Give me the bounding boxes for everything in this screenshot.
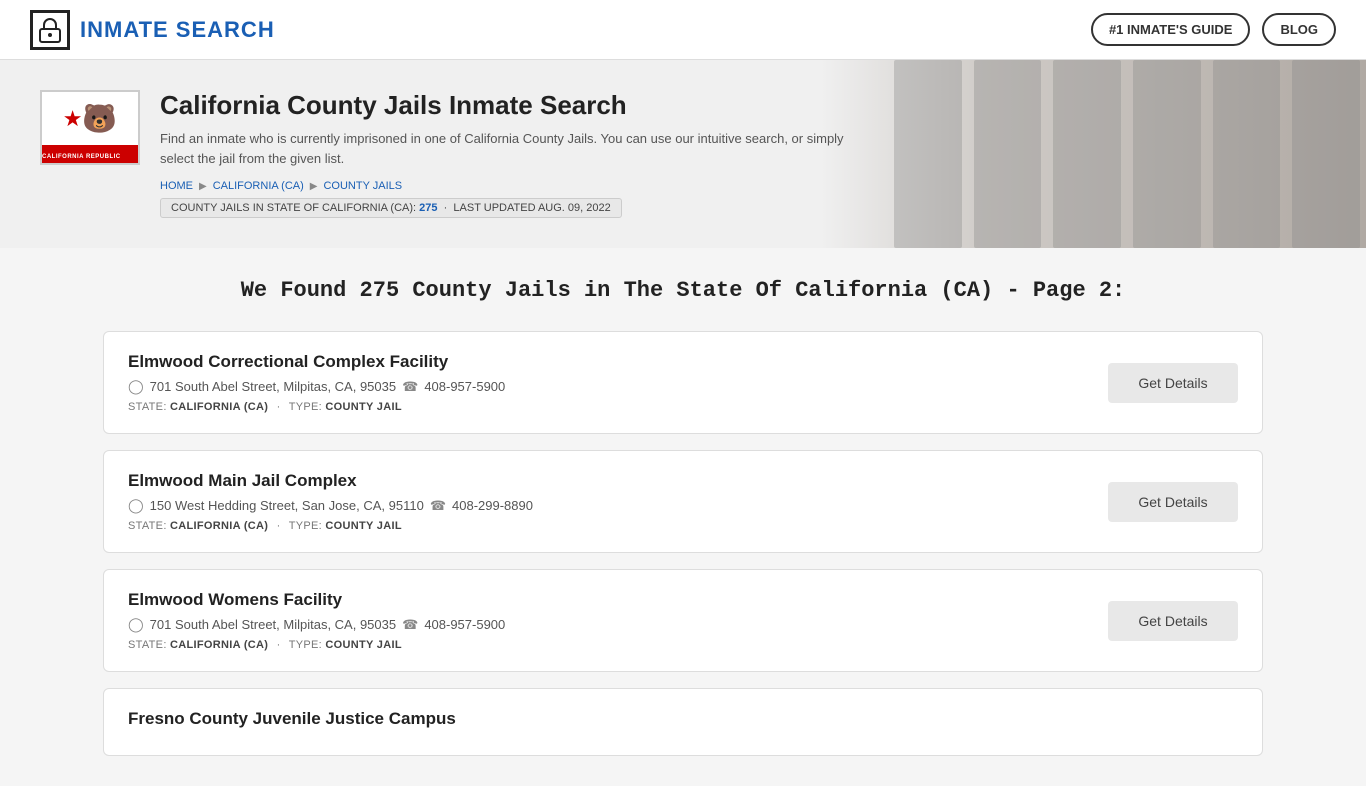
- state-value: CALIFORNIA (CA): [170, 520, 268, 532]
- breadcrumb-state[interactable]: CALIFORNIA (CA): [213, 180, 304, 192]
- listing-address: ◯ 701 South Abel Street, Milpitas, CA, 9…: [128, 378, 1088, 395]
- listing-card: Elmwood Correctional Complex Facility ◯ …: [103, 331, 1263, 434]
- listings-container: Elmwood Correctional Complex Facility ◯ …: [103, 331, 1263, 756]
- bar-3: [1053, 60, 1121, 248]
- phone-text: 408-957-5900: [424, 379, 505, 394]
- breadcrumb: HOME ▶ CALIFORNIA (CA) ▶ COUNTY JAILS CO…: [160, 180, 860, 218]
- bar-5: [1213, 60, 1281, 248]
- type-value: COUNTY JAIL: [325, 401, 401, 413]
- hero-description: Find an inmate who is currently imprison…: [160, 129, 860, 168]
- address-text: 150 West Hedding Street, San Jose, CA, 9…: [150, 498, 424, 513]
- listing-info: Elmwood Main Jail Complex ◯ 150 West Hed…: [128, 471, 1088, 532]
- listing-name: Elmwood Correctional Complex Facility: [128, 352, 1088, 372]
- listing-name: Elmwood Main Jail Complex: [128, 471, 1088, 491]
- phone-icon: ☎: [430, 498, 446, 514]
- listing-info: Fresno County Juvenile Justice Campus: [128, 709, 1238, 735]
- get-details-button[interactable]: Get Details: [1108, 482, 1238, 522]
- address-text: 701 South Abel Street, Milpitas, CA, 950…: [150, 379, 396, 394]
- inmates-guide-button[interactable]: #1 INMATE'S GUIDE: [1091, 13, 1250, 46]
- meta-separator: ·: [277, 639, 281, 651]
- address-text: 701 South Abel Street, Milpitas, CA, 950…: [150, 617, 396, 632]
- get-details-button[interactable]: Get Details: [1108, 363, 1238, 403]
- flag-top: ★ 🐻: [42, 92, 138, 145]
- phone-text: 408-957-5900: [424, 617, 505, 632]
- lock-icon: [36, 16, 64, 44]
- state-value: CALIFORNIA (CA): [170, 639, 268, 651]
- meta-separator: ·: [277, 401, 281, 413]
- listing-card: Elmwood Womens Facility ◯ 701 South Abel…: [103, 569, 1263, 672]
- location-icon: ◯: [128, 616, 144, 633]
- main-content: We Found 275 County Jails in The State O…: [83, 248, 1283, 786]
- hero-content: ★ 🐻 CALIFORNIA REPUBLIC California Count…: [40, 90, 860, 218]
- breadcrumb-home[interactable]: HOME: [160, 180, 193, 192]
- bar-4: [1133, 60, 1201, 248]
- listing-card: Elmwood Main Jail Complex ◯ 150 West Hed…: [103, 450, 1263, 553]
- flag-text: CALIFORNIA REPUBLIC: [42, 154, 121, 160]
- listing-inner: Elmwood Womens Facility ◯ 701 South Abel…: [104, 570, 1262, 671]
- flag-bear: 🐻: [82, 102, 117, 135]
- state-label: STATE:: [128, 639, 167, 651]
- state-value: CALIFORNIA (CA): [170, 401, 268, 413]
- breadcrumb-sep-1: ▶: [199, 181, 207, 192]
- meta-separator: ·: [277, 520, 281, 532]
- hero-section: ★ 🐻 CALIFORNIA REPUBLIC California Count…: [0, 60, 1366, 248]
- get-details-button[interactable]: Get Details: [1108, 601, 1238, 641]
- listing-name: Elmwood Womens Facility: [128, 590, 1088, 610]
- listing-meta: STATE: CALIFORNIA (CA) · TYPE: COUNTY JA…: [128, 639, 1088, 651]
- breadcrumb-section[interactable]: COUNTY JAILS: [323, 180, 402, 192]
- location-icon: ◯: [128, 378, 144, 395]
- info-updated: LAST UPDATED AUG. 09, 2022: [453, 202, 610, 214]
- bar-2: [974, 60, 1042, 248]
- phone-icon: ☎: [402, 379, 418, 395]
- bar-6: [1292, 60, 1360, 248]
- listing-inner: Fresno County Juvenile Justice Campus: [104, 689, 1262, 755]
- flag-stripe: CALIFORNIA REPUBLIC: [42, 145, 138, 163]
- california-flag: ★ 🐻 CALIFORNIA REPUBLIC: [40, 90, 140, 165]
- listing-meta: STATE: CALIFORNIA (CA) · TYPE: COUNTY JA…: [128, 520, 1088, 532]
- hero-title: California County Jails Inmate Search: [160, 90, 860, 121]
- listing-meta: STATE: CALIFORNIA (CA) · TYPE: COUNTY JA…: [128, 401, 1088, 413]
- info-count: 275: [419, 202, 437, 214]
- listing-info: Elmwood Correctional Complex Facility ◯ …: [128, 352, 1088, 413]
- site-logo[interactable]: INMATE SEARCH: [30, 10, 275, 50]
- page-heading: We Found 275 County Jails in The State O…: [103, 278, 1263, 303]
- hero-text: California County Jails Inmate Search Fi…: [160, 90, 860, 218]
- type-value: COUNTY JAIL: [325, 639, 401, 651]
- logo-icon: [30, 10, 70, 50]
- flag-star: ★: [63, 106, 83, 132]
- listing-card: Fresno County Juvenile Justice Campus: [103, 688, 1263, 756]
- phone-text: 408-299-8890: [452, 498, 533, 513]
- listing-inner: Elmwood Correctional Complex Facility ◯ …: [104, 332, 1262, 433]
- info-label: COUNTY JAILS IN STATE OF CALIFORNIA (CA)…: [171, 202, 416, 214]
- breadcrumb-sep-2: ▶: [310, 181, 318, 192]
- location-icon: ◯: [128, 497, 144, 514]
- listing-inner: Elmwood Main Jail Complex ◯ 150 West Hed…: [104, 451, 1262, 552]
- type-value: COUNTY JAIL: [325, 520, 401, 532]
- listing-address: ◯ 150 West Hedding Street, San Jose, CA,…: [128, 497, 1088, 514]
- type-label: TYPE:: [289, 639, 322, 651]
- hero-bars: [888, 60, 1366, 248]
- phone-icon: ☎: [402, 617, 418, 633]
- listing-info: Elmwood Womens Facility ◯ 701 South Abel…: [128, 590, 1088, 651]
- main-nav: #1 INMATE'S GUIDE BLOG: [1091, 13, 1336, 46]
- blog-button[interactable]: BLOG: [1262, 13, 1336, 46]
- state-label: STATE:: [128, 401, 167, 413]
- listing-name: Fresno County Juvenile Justice Campus: [128, 709, 1238, 729]
- type-label: TYPE:: [289, 520, 322, 532]
- bar-1: [894, 60, 962, 248]
- site-title: INMATE SEARCH: [80, 17, 275, 43]
- state-label: STATE:: [128, 520, 167, 532]
- type-label: TYPE:: [289, 401, 322, 413]
- listing-address: ◯ 701 South Abel Street, Milpitas, CA, 9…: [128, 616, 1088, 633]
- breadcrumb-info: COUNTY JAILS IN STATE OF CALIFORNIA (CA)…: [160, 198, 622, 218]
- site-header: INMATE SEARCH #1 INMATE'S GUIDE BLOG: [0, 0, 1366, 60]
